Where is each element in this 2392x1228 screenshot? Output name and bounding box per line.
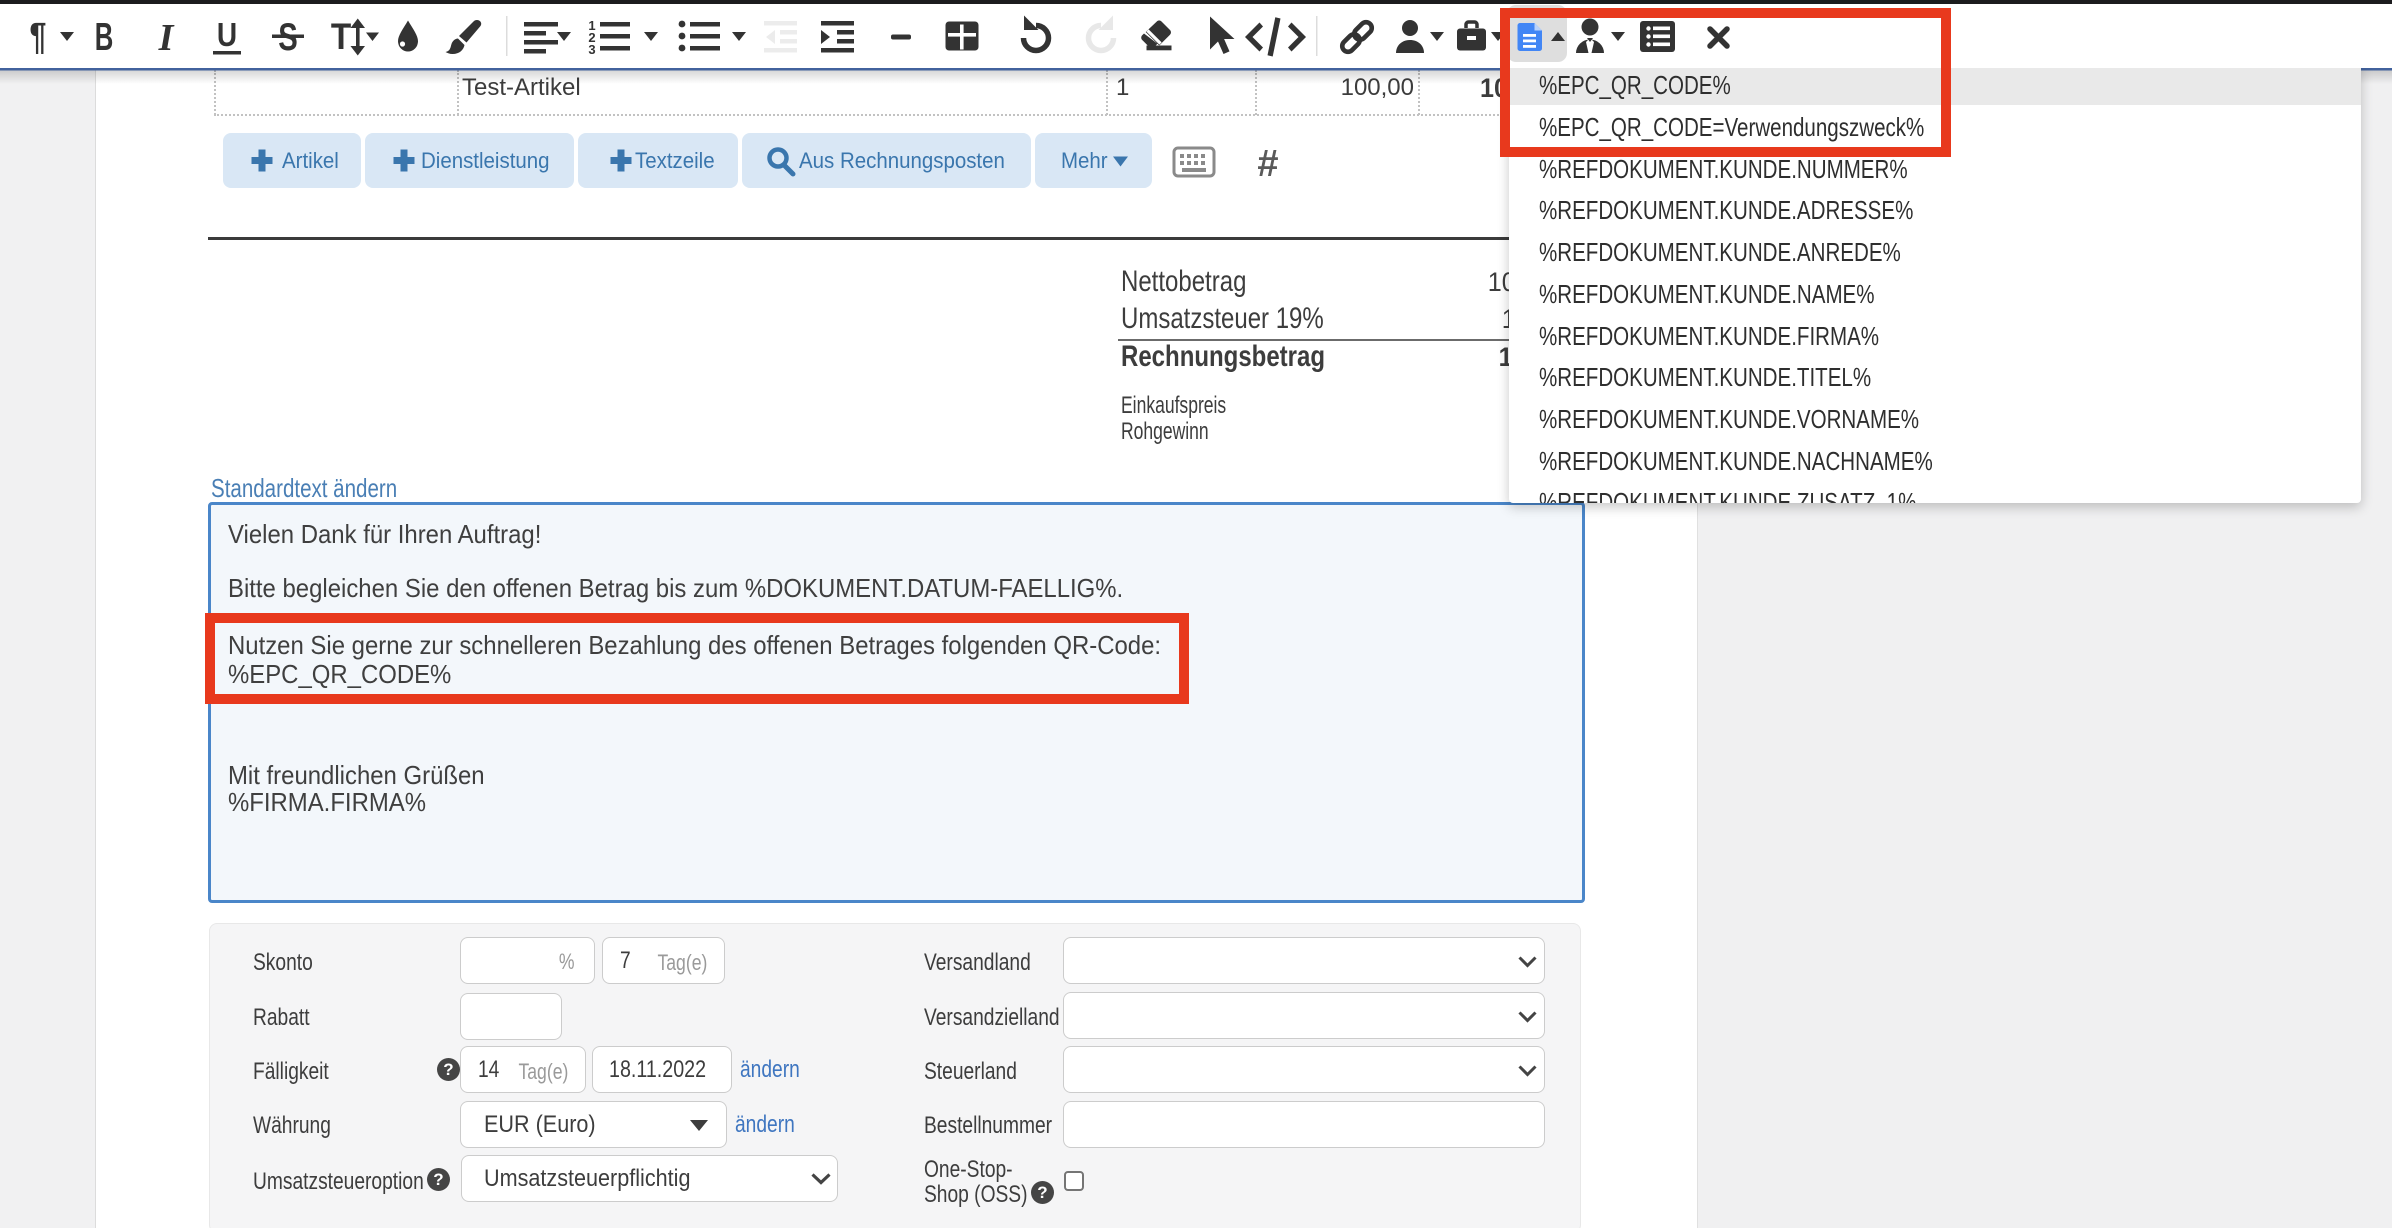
svg-text:T: T bbox=[331, 16, 352, 57]
svg-text:U: U bbox=[217, 17, 237, 54]
svg-text:I: I bbox=[158, 17, 175, 59]
svg-text:#: # bbox=[1257, 143, 1278, 184]
svg-text:B: B bbox=[95, 16, 114, 60]
svg-text:3: 3 bbox=[588, 42, 595, 57]
svg-text:¶: ¶ bbox=[30, 16, 47, 58]
